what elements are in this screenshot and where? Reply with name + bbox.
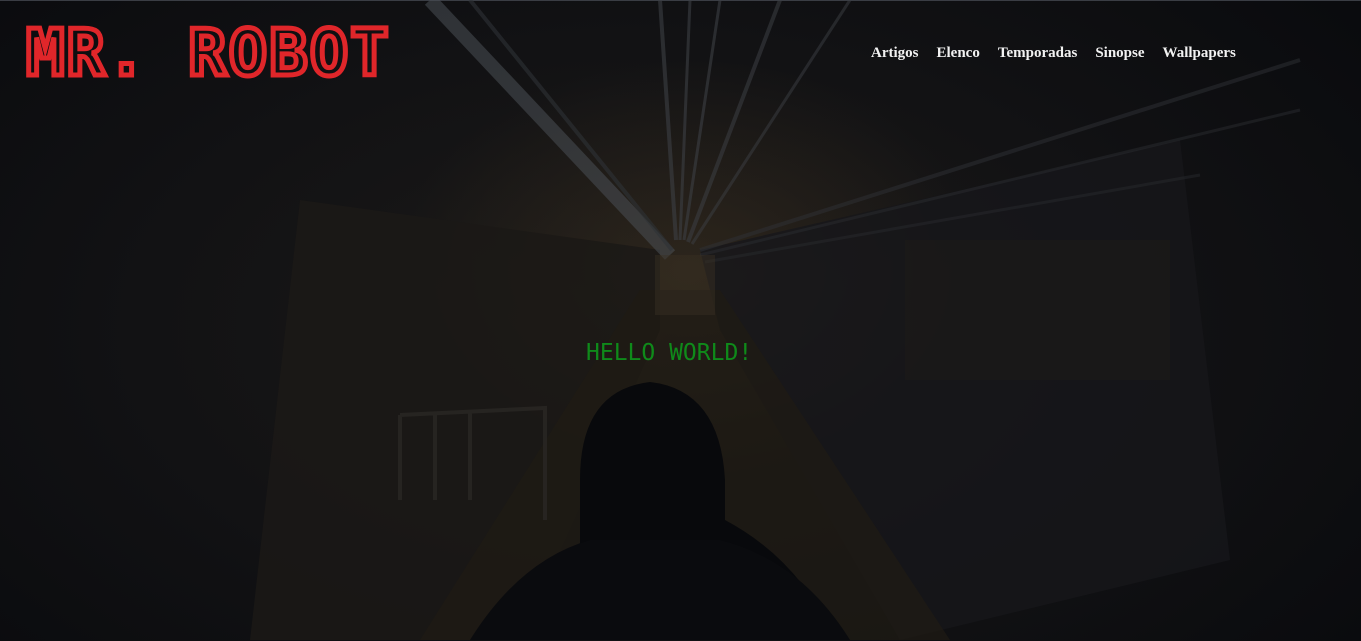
nav-link-elenco[interactable]: Elenco <box>928 43 989 63</box>
main-navigation: Artigos Elenco Temporadas Sinopse Wallpa… <box>862 43 1245 63</box>
mr-robot-logo[interactable]: MR. ROBOT <box>24 21 408 81</box>
hero-section: MR. ROBOT Artigos Elenco Temporadas Sino… <box>0 0 1361 641</box>
hero-headline: HELLO WORLD! <box>586 340 753 366</box>
svg-text:MR. ROBOT: MR. ROBOT <box>26 21 391 81</box>
nav-link-sinopse[interactable]: Sinopse <box>1086 43 1153 63</box>
tunnel-background-image <box>250 0 1301 640</box>
nav-link-temporadas[interactable]: Temporadas <box>989 43 1086 63</box>
nav-link-wallpapers[interactable]: Wallpapers <box>1154 43 1245 63</box>
nav-link-artigos[interactable]: Artigos <box>862 43 928 63</box>
